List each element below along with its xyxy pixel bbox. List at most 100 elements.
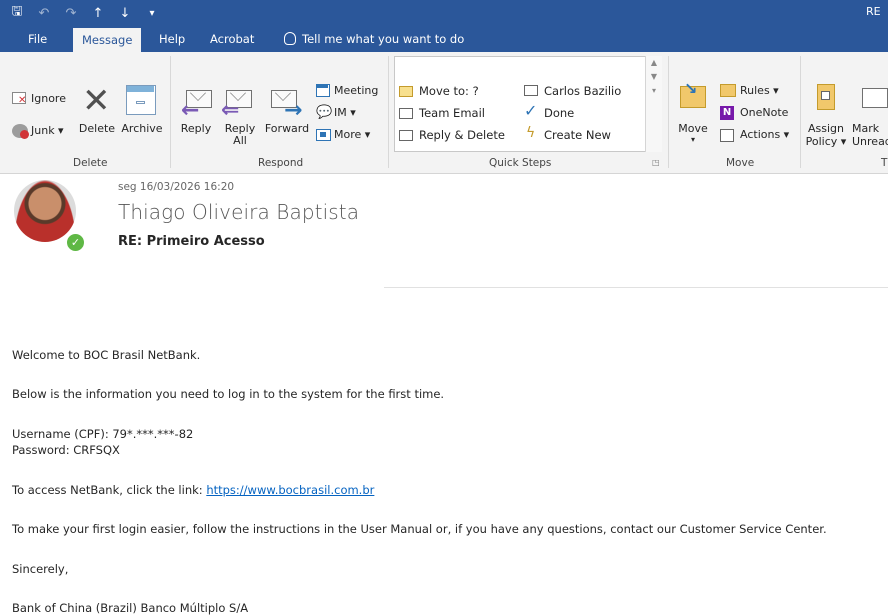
reply-all-button[interactable]: Reply All — [220, 122, 260, 147]
onenote-icon: N — [720, 106, 734, 120]
redo-icon[interactable]: ↷ — [64, 6, 78, 21]
ignore-icon: ✕ — [12, 92, 26, 106]
meeting-icon — [316, 84, 330, 97]
quickstep-done[interactable]: Done — [544, 106, 574, 120]
lightbulb-icon — [284, 32, 296, 45]
move-folder-icon: ↘ — [680, 79, 706, 108]
body-access-label: To access NetBank, click the link: — [12, 483, 207, 497]
presence-available-icon: ✓ — [65, 232, 86, 253]
lightning-icon: ϟ — [526, 125, 536, 141]
tags-group-label: T — [881, 157, 888, 169]
forward-button[interactable]: Forward — [262, 122, 312, 135]
actions-icon — [720, 129, 734, 142]
ribbon: ✕ Ignore Junk ▾ ✕ Delete Archive Delete … — [0, 52, 888, 174]
tab-acrobat[interactable]: Acrobat — [210, 26, 254, 52]
body-info: Below is the information you need to log… — [12, 387, 445, 401]
netbank-link[interactable]: https://www.bocbrasil.com.br — [206, 483, 374, 497]
sender-avatar[interactable] — [14, 180, 76, 242]
more-button[interactable]: More ▾ — [334, 128, 370, 141]
title-bar: 🖫 ↶ ↷ ↑ ↓ ▾ RE File Message Help Acrobat… — [0, 0, 888, 52]
move-label: Move — [678, 122, 708, 135]
move-to-folder-icon — [399, 86, 413, 97]
ribbon-tabs: File Message Help Acrobat Tell me what y… — [0, 26, 888, 52]
group-separator — [668, 56, 669, 168]
body-password: Password: CRFSQX — [12, 443, 120, 457]
save-icon[interactable]: 🖫 — [10, 2, 24, 24]
mark-unread-icon — [862, 88, 888, 108]
reply-delete-icon — [399, 130, 413, 141]
more-icon — [316, 129, 331, 141]
im-icon: 💬 — [316, 105, 333, 120]
quickstep-reply-delete[interactable]: Reply & Delete — [419, 128, 505, 142]
onenote-button[interactable]: OneNote — [740, 106, 788, 119]
delete-x-icon: ✕ — [82, 81, 111, 121]
more-label: More — [334, 128, 362, 141]
assign-policy-button[interactable]: Assign Policy ▾ — [805, 122, 847, 148]
quickstep-create-new[interactable]: Create New — [544, 128, 611, 142]
meeting-button[interactable]: Meeting — [334, 84, 378, 97]
reply-all-label-2: All — [233, 134, 247, 147]
ignore-button[interactable]: Ignore — [31, 92, 66, 105]
next-item-icon[interactable]: ↓ — [118, 6, 132, 21]
junk-label: Junk — [31, 124, 55, 137]
rules-button[interactable]: Rules ▾ — [740, 84, 779, 97]
group-separator — [170, 56, 171, 168]
tab-help[interactable]: Help — [159, 26, 185, 52]
assign-label-2: Policy ▾ — [805, 135, 847, 148]
assign-policy-icon — [817, 84, 835, 110]
group-separator — [800, 56, 801, 168]
mark-label-1: Mark — [852, 122, 880, 135]
archive-icon — [126, 85, 156, 115]
rules-label: Rules — [740, 84, 770, 97]
actions-label: Actions — [740, 128, 781, 141]
archive-button[interactable]: Archive — [120, 122, 164, 135]
body-sincerely: Sincerely, — [12, 562, 69, 576]
checkmark-icon: ✓ — [524, 101, 538, 120]
sender-name[interactable]: Thiago Oliveira Baptista — [118, 200, 359, 224]
quickstep-carlos-bazilio[interactable]: Carlos Bazilio — [544, 84, 621, 98]
undo-icon[interactable]: ↶ — [37, 6, 51, 21]
respond-group-label: Respond — [258, 157, 304, 169]
actions-button[interactable]: Actions ▾ — [740, 128, 789, 141]
body-signature: Bank of China (Brazil) Banco Múltiplo S/… — [12, 601, 249, 615]
message-subject: RE: Primeiro Acesso — [118, 234, 265, 249]
previous-item-icon[interactable]: ↑ — [91, 6, 105, 21]
body-access: To access NetBank, click the link: https… — [12, 483, 374, 497]
quick-steps-launcher-icon[interactable]: ◳ — [652, 158, 660, 167]
team-email-icon — [399, 108, 413, 119]
tell-me-label: Tell me what you want to do — [302, 32, 465, 46]
customize-qat-icon[interactable]: ▾ — [145, 8, 159, 19]
junk-icon — [12, 124, 29, 139]
group-separator — [388, 56, 389, 168]
delete-group-label: Delete — [73, 157, 108, 169]
forward-arrow-icon: → — [284, 98, 303, 123]
mark-unread-button[interactable]: Mark Unread — [852, 122, 888, 148]
quick-steps-scrollbar[interactable]: ▲ ▼ ▾ — [645, 56, 662, 152]
header-divider — [384, 287, 888, 288]
tell-me-search[interactable]: Tell me what you want to do — [284, 26, 464, 52]
delete-button[interactable]: Delete — [77, 122, 117, 135]
junk-button[interactable]: Junk ▾ — [31, 124, 64, 137]
reply-all-arrow-icon: ⇐ — [221, 98, 240, 123]
message-date: seg 16/03/2026 16:20 — [118, 181, 235, 193]
body-instructions: To make your first login easier, follow … — [12, 522, 827, 536]
forward-to-person-icon — [524, 85, 538, 96]
body-welcome: Welcome to BOC Brasil NetBank. — [12, 348, 201, 362]
assign-label-1: Assign — [808, 122, 844, 135]
rules-icon — [720, 84, 736, 97]
window-title: RE — [866, 5, 881, 18]
quickstep-move-to[interactable]: Move to: ? — [419, 84, 479, 98]
reply-arrow-icon: ← — [181, 98, 200, 123]
quick-steps-group-label: Quick Steps — [489, 157, 552, 169]
move-group-label: Move — [726, 157, 755, 169]
move-button[interactable]: Move ▾ — [674, 122, 712, 144]
im-button[interactable]: IM ▾ — [334, 106, 356, 119]
mark-label-2: Unread — [852, 135, 888, 148]
reply-button[interactable]: Reply — [176, 122, 216, 135]
tab-file[interactable]: File — [28, 26, 47, 52]
quickstep-team-email[interactable]: Team Email — [419, 106, 485, 120]
im-label: IM — [334, 106, 347, 119]
tab-message[interactable]: Message — [73, 28, 142, 52]
quick-access-toolbar: 🖫 ↶ ↷ ↑ ↓ ▾ — [10, 0, 159, 26]
body-username: Username (CPF): 79*.***.***-82 — [12, 427, 194, 441]
